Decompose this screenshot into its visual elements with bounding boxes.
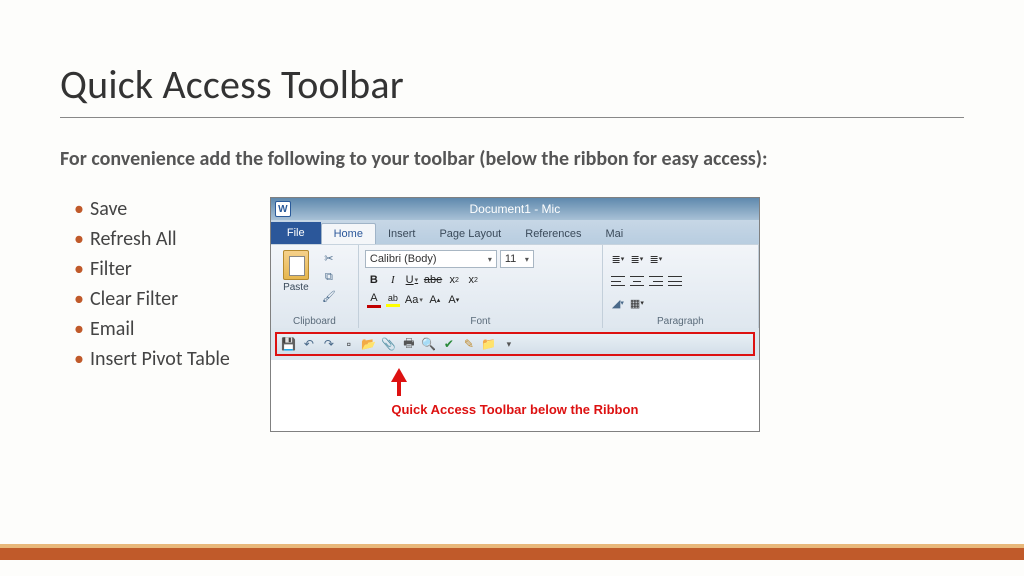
- cut-icon[interactable]: ✂: [320, 250, 338, 266]
- folder-icon[interactable]: 📁: [481, 336, 497, 352]
- align-right-button[interactable]: [647, 272, 665, 290]
- arrow-icon: [391, 368, 407, 382]
- borders-button[interactable]: ▦▾: [628, 294, 646, 312]
- chevron-down-icon: ▾: [525, 255, 529, 264]
- print-icon[interactable]: 🖶: [401, 336, 417, 352]
- font-name-select[interactable]: Calibri (Body) ▾: [365, 250, 497, 268]
- undo-icon[interactable]: ↶: [301, 336, 317, 352]
- spellcheck-icon[interactable]: ✔: [441, 336, 457, 352]
- align-left-button[interactable]: [609, 272, 627, 290]
- format-painter-icon[interactable]: 🖌: [320, 288, 338, 304]
- qat-caption: Quick Access Toolbar below the Ribbon: [271, 402, 759, 417]
- slide: Quick Access Toolbar For convenience add…: [0, 0, 1024, 576]
- document-area: Quick Access Toolbar below the Ribbon: [271, 360, 759, 431]
- arrow-stem: [397, 382, 401, 396]
- font-size-value: 11: [505, 253, 516, 265]
- superscript-button[interactable]: x2: [464, 271, 482, 289]
- paste-icon: [283, 250, 309, 280]
- new-icon[interactable]: ▫: [341, 336, 357, 352]
- bold-button[interactable]: B: [365, 271, 383, 289]
- tab-file[interactable]: File: [271, 222, 321, 244]
- highlight-button[interactable]: ab: [384, 291, 402, 309]
- italic-button[interactable]: I: [384, 271, 402, 289]
- copy-icon[interactable]: ⧉: [320, 269, 338, 285]
- clipboard-label: Clipboard: [275, 314, 354, 327]
- bullet-item: Insert Pivot Table: [74, 347, 230, 371]
- edit-icon[interactable]: ✎: [461, 336, 477, 352]
- ribbon-body: Paste ✂ ⧉ 🖌 Clipboard C: [271, 244, 759, 328]
- word-titlebar: W Document1 - Mic: [271, 198, 759, 220]
- save-icon[interactable]: 💾: [281, 336, 297, 352]
- bullet-item: Email: [74, 317, 230, 341]
- ribbon-tabs: File Home Insert Page Layout References …: [271, 220, 759, 244]
- tab-home[interactable]: Home: [321, 223, 376, 244]
- font-label: Font: [363, 314, 598, 327]
- intro-text: For convenience add the following to you…: [60, 146, 780, 173]
- grow-font-button[interactable]: A▴: [426, 291, 444, 309]
- footer-accent-bar: [0, 544, 1024, 560]
- word-screenshot: W Document1 - Mic File Home Insert Page …: [270, 197, 760, 432]
- bullet-item: Filter: [74, 257, 230, 281]
- tab-mailings[interactable]: Mai: [594, 224, 636, 244]
- group-clipboard: Paste ✂ ⧉ 🖌 Clipboard: [271, 245, 359, 328]
- numbering-button[interactable]: ≣▾: [628, 250, 646, 268]
- group-font: Calibri (Body) ▾ 11 ▾ B I U▾: [359, 245, 603, 328]
- tab-references[interactable]: References: [513, 224, 593, 244]
- paste-button[interactable]: Paste: [275, 248, 317, 304]
- bullet-item: Refresh All: [74, 227, 230, 251]
- document-title: Document1 - Mic: [470, 202, 561, 216]
- bullet-item: Clear Filter: [74, 287, 230, 311]
- bullet-item: Save: [74, 197, 230, 221]
- paste-label: Paste: [283, 282, 309, 293]
- justify-button[interactable]: [666, 272, 684, 290]
- group-paragraph: ≣▾ ≣▾ ≣▾ ◢▾ ▦▾: [603, 245, 759, 328]
- slide-title: Quick Access Toolbar: [60, 60, 964, 118]
- preview-icon[interactable]: 🔍: [421, 336, 437, 352]
- tab-insert[interactable]: Insert: [376, 224, 428, 244]
- multilevel-button[interactable]: ≣▾: [647, 250, 665, 268]
- font-name-value: Calibri (Body): [370, 253, 437, 265]
- font-color-button[interactable]: A: [365, 291, 383, 309]
- bullet-list: Save Refresh All Filter Clear Filter Ema…: [60, 197, 230, 377]
- subscript-button[interactable]: x2: [445, 271, 463, 289]
- underline-button[interactable]: U▾: [403, 271, 421, 289]
- bullets-button[interactable]: ≣▾: [609, 250, 627, 268]
- open-icon[interactable]: 📂: [361, 336, 377, 352]
- align-center-button[interactable]: [628, 272, 646, 290]
- chevron-down-icon: ▾: [488, 255, 492, 264]
- quick-access-toolbar: 💾 ↶ ↷ ▫ 📂 📎 🖶 🔍 ✔ ✎ 📁 ▾: [275, 332, 755, 356]
- shading-button[interactable]: ◢▾: [609, 294, 627, 312]
- redo-icon[interactable]: ↷: [321, 336, 337, 352]
- word-app-icon: W: [275, 201, 291, 217]
- change-case-button[interactable]: Aa▾: [403, 291, 425, 309]
- tab-page-layout[interactable]: Page Layout: [427, 224, 513, 244]
- strikethrough-button[interactable]: abe: [422, 271, 444, 289]
- font-size-select[interactable]: 11 ▾: [500, 250, 534, 268]
- customize-qat-icon[interactable]: ▾: [501, 336, 517, 352]
- attach-icon[interactable]: 📎: [381, 336, 397, 352]
- shrink-font-button[interactable]: A▾: [445, 291, 463, 309]
- paragraph-label: Paragraph: [607, 314, 754, 327]
- content-row: Save Refresh All Filter Clear Filter Ema…: [60, 197, 964, 432]
